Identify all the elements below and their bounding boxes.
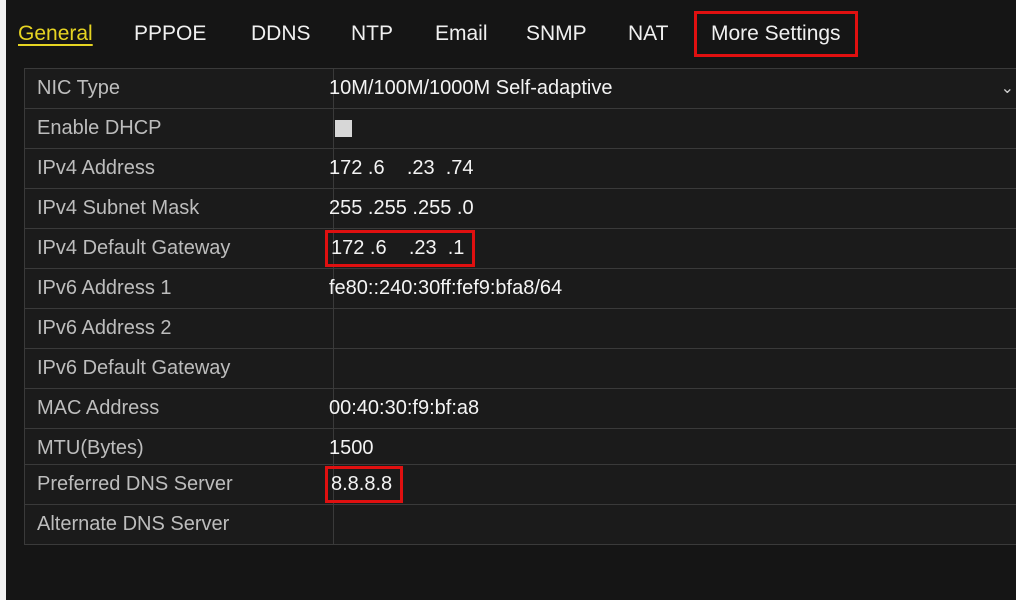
nic-type-row: NIC Type 10M/100M/1000M Self-adaptive ⌄ — [25, 69, 1016, 109]
ipv4-subnet-mask-row: IPv4 Subnet Mask 255 .255 .255 .0 — [25, 189, 1016, 229]
ipv6-address-2-row: IPv6 Address 2 — [25, 309, 1016, 349]
nic-type-select[interactable]: 10M/100M/1000M Self-adaptive — [329, 69, 613, 108]
mtu-field[interactable]: 1500 — [329, 429, 374, 468]
ipv6-address-1-label: IPv6 Address 1 — [25, 269, 334, 308]
ipv4-subnet-mask-label: IPv4 Subnet Mask — [25, 189, 334, 228]
ipv6-address-1-row: IPv6 Address 1 fe80::240:30ff:fef9:bfa8/… — [25, 269, 1016, 309]
ipv4-default-gateway-label: IPv4 Default Gateway — [25, 229, 334, 268]
mac-address-value: 00:40:30:f9:bf:a8 — [329, 397, 480, 419]
alternate-dns-label: Alternate DNS Server — [25, 505, 334, 544]
mtu-label: MTU(Bytes) — [25, 429, 334, 468]
network-settings-panel: General PPPOE DDNS NTP Email SNMP NAT Mo… — [6, 0, 1016, 600]
ipv4-default-gateway-row: IPv4 Default Gateway 172 .6 .23 .1 — [25, 229, 1016, 269]
ipv4-address-field[interactable]: 172 .6 .23 .74 — [329, 149, 474, 188]
ipv4-address-row: IPv4 Address 172 .6 .23 .74 — [25, 149, 1016, 189]
enable-dhcp-label: Enable DHCP — [25, 109, 334, 148]
dns-settings-table: Preferred DNS Server 8.8.8.8 Alternate D… — [24, 464, 1016, 545]
ipv4-address-label: IPv4 Address — [25, 149, 334, 188]
ipv4-default-gateway-field[interactable]: 172 .6 .23 .1 — [325, 230, 476, 267]
tab-bar: General PPPOE DDNS NTP Email SNMP NAT Mo… — [6, 0, 1016, 60]
nic-type-label: NIC Type — [25, 69, 334, 108]
tab-email[interactable]: Email — [435, 18, 488, 50]
mtu-row: MTU(Bytes) 1500 — [25, 429, 1016, 468]
tab-ddns[interactable]: DDNS — [251, 18, 311, 50]
tab-more-settings[interactable]: More Settings — [694, 11, 858, 57]
ipv6-default-gateway-row: IPv6 Default Gateway — [25, 349, 1016, 389]
preferred-dns-row: Preferred DNS Server 8.8.8.8 — [25, 465, 1016, 505]
tab-general[interactable]: General — [18, 18, 93, 50]
ipv6-default-gateway-label: IPv6 Default Gateway — [25, 349, 334, 388]
tab-nat[interactable]: NAT — [628, 18, 668, 50]
ipv6-address-2-label: IPv6 Address 2 — [25, 309, 334, 348]
ipv6-address-1-field[interactable]: fe80::240:30ff:fef9:bfa8/64 — [329, 269, 562, 308]
chevron-down-icon[interactable]: ⌄ — [1001, 69, 1014, 108]
enable-dhcp-row: Enable DHCP — [25, 109, 1016, 149]
network-settings-table: NIC Type 10M/100M/1000M Self-adaptive ⌄ … — [24, 68, 1016, 469]
ipv4-subnet-mask-field[interactable]: 255 .255 .255 .0 — [329, 189, 474, 228]
mac-address-row: MAC Address 00:40:30:f9:bf:a8 — [25, 389, 1016, 429]
preferred-dns-label: Preferred DNS Server — [25, 465, 334, 504]
preferred-dns-field[interactable]: 8.8.8.8 — [325, 466, 404, 503]
mac-address-label: MAC Address — [25, 389, 334, 428]
tab-snmp[interactable]: SNMP — [526, 18, 587, 50]
alternate-dns-row: Alternate DNS Server — [25, 505, 1016, 544]
tab-ntp[interactable]: NTP — [351, 18, 393, 50]
enable-dhcp-checkbox[interactable] — [335, 120, 352, 137]
tab-pppoe[interactable]: PPPOE — [134, 18, 206, 50]
